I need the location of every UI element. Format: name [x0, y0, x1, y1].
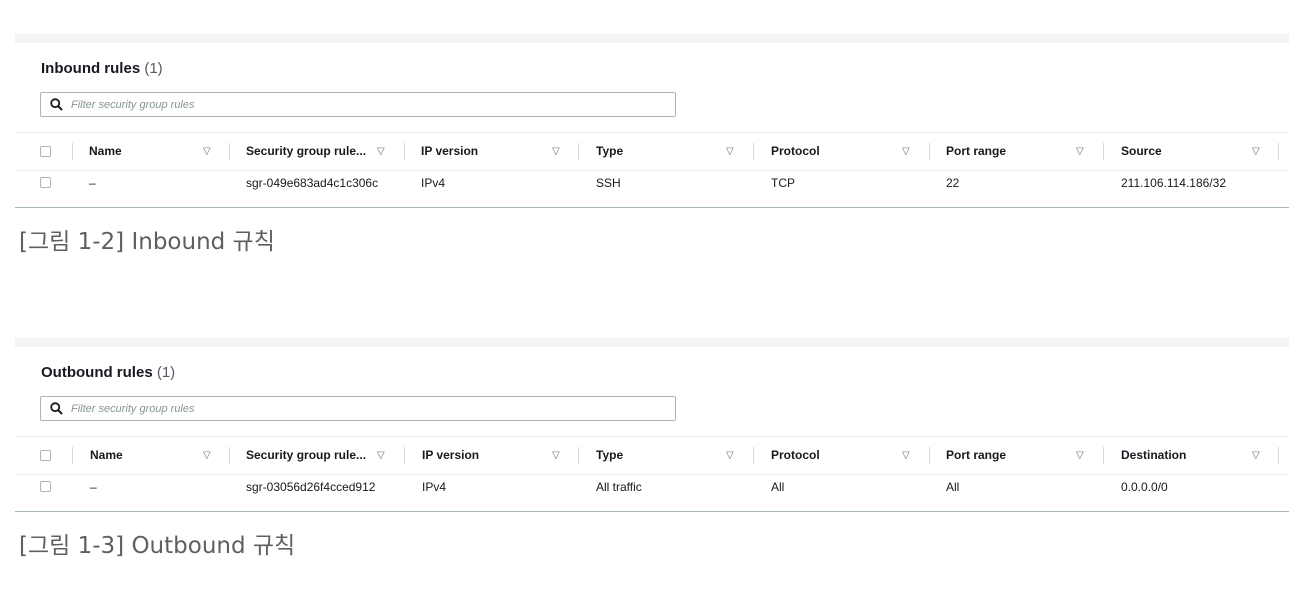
- cell-name: –: [89, 176, 96, 190]
- column-divider[interactable]: [229, 143, 230, 160]
- column-header-rule-id[interactable]: Security group rule...: [246, 133, 366, 170]
- panel-title-text: Inbound rules: [41, 60, 141, 77]
- column-divider[interactable]: [753, 143, 754, 160]
- inbound-screenshot: Inbound rules (1) Name ▽ Security group …: [15, 34, 1289, 208]
- sort-icon[interactable]: ▽: [1252, 133, 1260, 170]
- sort-icon[interactable]: ▽: [1252, 437, 1260, 474]
- outbound-screenshot: Outbound rules (1) Name ▽ Security group…: [15, 338, 1289, 512]
- filter-input[interactable]: [71, 400, 661, 418]
- table-header: Name ▽ Security group rule... ▽ IP versi…: [15, 436, 1289, 475]
- cell-name: –: [90, 480, 97, 494]
- search-icon: [50, 402, 63, 415]
- figure-caption: [그림 1-3] Outbound 규칙: [19, 533, 296, 559]
- cell-source: 211.106.114.186/32: [1121, 176, 1226, 190]
- rules-count: (1): [144, 60, 163, 77]
- sort-icon[interactable]: ▽: [552, 437, 560, 474]
- column-header-source[interactable]: Source: [1121, 133, 1162, 170]
- filter-input[interactable]: [71, 96, 661, 114]
- column-header-ip-version[interactable]: IP version: [421, 133, 478, 170]
- outbound-rules-panel: Outbound rules (1) Name ▽ Security group…: [15, 347, 1289, 512]
- search-icon: [50, 98, 63, 111]
- row-checkbox[interactable]: [40, 481, 51, 492]
- inbound-rules-title: Inbound rules (1): [41, 60, 163, 77]
- select-all-checkbox[interactable]: [40, 145, 51, 157]
- outbound-filter-field[interactable]: [40, 396, 676, 421]
- sort-icon[interactable]: ▽: [726, 437, 734, 474]
- cell-type: SSH: [596, 176, 621, 190]
- inbound-rules-panel: Inbound rules (1) Name ▽ Security group …: [15, 43, 1289, 208]
- column-header-ip-version[interactable]: IP version: [422, 437, 479, 474]
- sort-icon[interactable]: ▽: [1076, 437, 1084, 474]
- column-header-rule-id[interactable]: Security group rule...: [246, 437, 366, 474]
- column-header-port-range[interactable]: Port range: [946, 437, 1006, 474]
- sort-icon[interactable]: ▽: [203, 437, 211, 474]
- sort-icon[interactable]: ▽: [377, 437, 385, 474]
- column-divider[interactable]: [229, 447, 230, 464]
- column-divider[interactable]: [929, 143, 930, 160]
- table-header: Name ▽ Security group rule... ▽ IP versi…: [15, 132, 1289, 171]
- cell-rule-id: sgr-049e683ad4c1c306c: [246, 176, 379, 190]
- column-divider: [72, 447, 73, 464]
- rules-count: (1): [156, 364, 176, 381]
- inbound-filter-field[interactable]: [40, 92, 676, 117]
- column-divider[interactable]: [1278, 447, 1279, 464]
- figure-caption: [그림 1-2] Inbound 규칙: [19, 229, 275, 255]
- sort-icon[interactable]: ▽: [552, 133, 560, 170]
- sort-icon[interactable]: ▽: [902, 437, 910, 474]
- column-divider[interactable]: [578, 447, 579, 464]
- sort-icon[interactable]: ▽: [726, 133, 734, 170]
- column-header-name[interactable]: Name: [90, 437, 123, 474]
- row-checkbox[interactable]: [40, 177, 51, 188]
- column-divider[interactable]: [1278, 143, 1279, 160]
- cell-protocol: TCP: [771, 176, 795, 190]
- table-row[interactable]: – sgr-049e683ad4c1c306c IPv4 SSH TCP 22 …: [15, 170, 1289, 196]
- cell-destination: 0.0.0.0/0: [1121, 480, 1168, 494]
- column-header-port-range[interactable]: Port range: [946, 133, 1006, 170]
- cell-type: All traffic: [596, 480, 642, 494]
- column-divider[interactable]: [578, 143, 579, 160]
- cell-ip-version: IPv4: [422, 480, 447, 494]
- column-divider[interactable]: [1103, 447, 1104, 464]
- table-row[interactable]: – sgr-03056d26f4cced912 IPv4 All traffic…: [15, 474, 1289, 500]
- cell-port-range: All: [946, 480, 960, 494]
- column-divider[interactable]: [1103, 143, 1104, 160]
- outbound-rules-title: Outbound rules (1): [41, 364, 175, 381]
- column-divider: [72, 143, 73, 160]
- panel-title-text: Outbound rules: [41, 364, 153, 381]
- column-divider[interactable]: [404, 447, 405, 464]
- column-header-protocol[interactable]: Protocol: [771, 133, 820, 170]
- column-header-type[interactable]: Type: [596, 437, 623, 474]
- column-divider[interactable]: [753, 447, 754, 464]
- cell-rule-id: sgr-03056d26f4cced912: [246, 480, 376, 494]
- sort-icon[interactable]: ▽: [902, 133, 910, 170]
- column-header-destination[interactable]: Destination: [1121, 437, 1186, 474]
- cell-ip-version: IPv4: [421, 176, 446, 190]
- column-header-name[interactable]: Name: [89, 133, 122, 170]
- sort-icon[interactable]: ▽: [377, 133, 385, 170]
- sort-icon[interactable]: ▽: [203, 133, 211, 170]
- column-divider[interactable]: [404, 143, 405, 160]
- cell-protocol: All: [771, 480, 785, 494]
- column-divider[interactable]: [929, 447, 930, 464]
- column-header-type[interactable]: Type: [596, 133, 623, 170]
- select-all-checkbox[interactable]: [40, 449, 51, 461]
- column-header-protocol[interactable]: Protocol: [771, 437, 820, 474]
- cell-port-range: 22: [946, 176, 960, 190]
- sort-icon[interactable]: ▽: [1076, 133, 1084, 170]
